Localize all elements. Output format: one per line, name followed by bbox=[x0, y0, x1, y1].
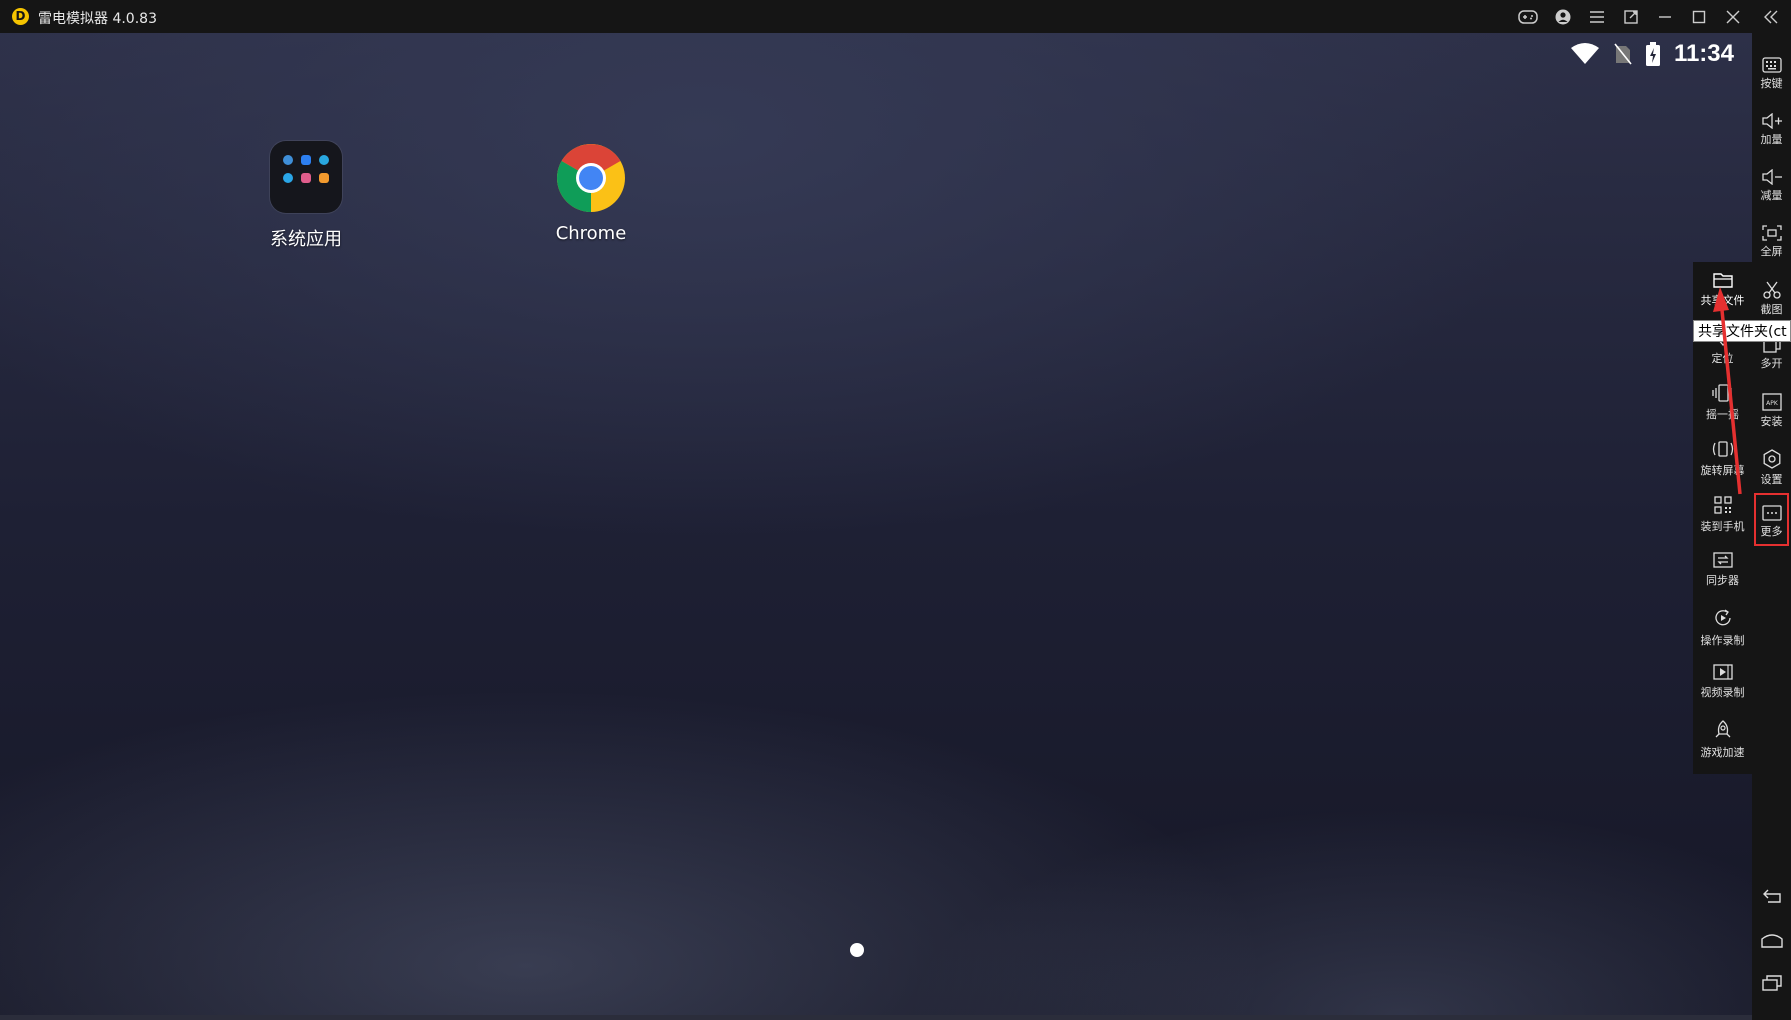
synchronizer-label: 同步器 bbox=[1706, 574, 1739, 587]
keys-label: 按键 bbox=[1760, 77, 1783, 90]
rotate-screen-label: 旋转屏幕 bbox=[1700, 464, 1745, 477]
android-screen[interactable]: 11:34 系统应用 Chrome bbox=[0, 33, 1752, 1015]
app-folder-icon bbox=[270, 141, 342, 213]
window-title: 雷电模拟器 4.0.83 bbox=[38, 11, 157, 27]
rotate-icon bbox=[1712, 441, 1733, 457]
video-record-icon bbox=[1712, 664, 1733, 680]
settings-button[interactable]: 设置 bbox=[1752, 439, 1791, 491]
shake-label: 摇一摇 bbox=[1706, 408, 1739, 421]
annotation-highlight-box bbox=[1754, 493, 1789, 546]
app-logo-icon: D bbox=[12, 8, 29, 25]
fullscreen-label: 全屏 bbox=[1760, 245, 1783, 258]
back-button[interactable] bbox=[1752, 878, 1791, 914]
volume-down-label: 减量 bbox=[1760, 189, 1783, 202]
screenshot-label: 截图 bbox=[1760, 303, 1783, 316]
keyboard-icon bbox=[1761, 57, 1782, 73]
volume-down-button[interactable]: 减量 bbox=[1752, 159, 1791, 211]
screen-bottom-edge bbox=[0, 1015, 1752, 1020]
install-label: 安装 bbox=[1760, 415, 1783, 428]
menu-icon[interactable] bbox=[1585, 5, 1609, 29]
svg-text:APK: APK bbox=[1766, 400, 1779, 407]
shake-button[interactable]: 摇一摇 bbox=[1693, 384, 1752, 422]
recents-icon bbox=[1761, 975, 1782, 991]
pin-icon[interactable] bbox=[1619, 5, 1643, 29]
scissors-icon bbox=[1762, 281, 1781, 299]
install-to-phone-label: 装到手机 bbox=[1700, 520, 1745, 533]
collapse-icon[interactable] bbox=[1759, 5, 1783, 29]
wifi-icon bbox=[1570, 43, 1599, 64]
apk-icon: APK bbox=[1761, 393, 1782, 411]
rotate-screen-button[interactable]: 旋转屏幕 bbox=[1693, 440, 1752, 478]
app-label: 系统应用 bbox=[270, 229, 342, 250]
account-icon[interactable] bbox=[1551, 5, 1575, 29]
title-bar: D 雷电模拟器 4.0.83 bbox=[0, 0, 1791, 33]
maximize-icon[interactable] bbox=[1687, 5, 1711, 29]
macro-record-label: 操作录制 bbox=[1700, 634, 1745, 647]
settings-label: 设置 bbox=[1760, 473, 1783, 486]
close-icon[interactable] bbox=[1721, 5, 1745, 29]
chrome-icon bbox=[557, 144, 625, 212]
location-label: 定位 bbox=[1711, 352, 1734, 365]
install-apk-button[interactable]: APK 安装 bbox=[1752, 383, 1791, 435]
volume-down-icon bbox=[1761, 169, 1782, 185]
keys-button[interactable]: 按键 bbox=[1752, 47, 1791, 99]
folder-icon bbox=[1712, 273, 1733, 288]
shared-folder-label: 共享文件 bbox=[1700, 294, 1745, 307]
page-indicator bbox=[850, 943, 864, 957]
system-apps-folder[interactable]: 系统应用 bbox=[236, 141, 376, 251]
fullscreen-button[interactable]: 全屏 bbox=[1752, 215, 1791, 267]
recents-button[interactable] bbox=[1752, 965, 1791, 1001]
install-to-phone-button[interactable]: 装到手机 bbox=[1693, 496, 1752, 534]
home-icon bbox=[1760, 934, 1783, 948]
app-label: Chrome bbox=[555, 223, 627, 244]
gamepad-icon[interactable] bbox=[1516, 5, 1540, 29]
volume-up-icon bbox=[1761, 113, 1782, 129]
video-record-button[interactable]: 视频录制 bbox=[1693, 664, 1752, 700]
gear-icon bbox=[1763, 449, 1780, 469]
qr-code-icon bbox=[1713, 496, 1732, 514]
multi-instance-label: 多开 bbox=[1760, 357, 1783, 370]
macro-record-icon bbox=[1714, 609, 1731, 626]
status-bar: 11:34 bbox=[1570, 39, 1734, 69]
clock: 11:34 bbox=[1673, 40, 1734, 67]
shake-icon bbox=[1711, 384, 1732, 402]
home-button[interactable] bbox=[1752, 922, 1791, 958]
synchronizer-button[interactable]: 同步器 bbox=[1693, 552, 1752, 588]
volume-up-button[interactable]: 加量 bbox=[1752, 103, 1791, 155]
macro-record-button[interactable]: 操作录制 bbox=[1693, 608, 1752, 648]
battery-charging-icon bbox=[1645, 42, 1660, 66]
chrome-app[interactable]: Chrome bbox=[521, 143, 661, 244]
volume-up-label: 加量 bbox=[1760, 133, 1783, 146]
shared-folder-button[interactable]: 共享文件 bbox=[1693, 272, 1752, 308]
game-boost-button[interactable]: 游戏加速 bbox=[1693, 720, 1752, 760]
no-sim-icon bbox=[1614, 43, 1632, 65]
fullscreen-icon bbox=[1761, 225, 1782, 241]
video-record-label: 视频录制 bbox=[1700, 686, 1745, 699]
sync-icon bbox=[1712, 552, 1733, 568]
tooltip: 共享文件夹(ct bbox=[1693, 320, 1791, 342]
screenshot-button[interactable]: 截图 bbox=[1752, 271, 1791, 323]
rocket-icon bbox=[1715, 720, 1730, 738]
back-icon bbox=[1762, 889, 1781, 903]
game-boost-label: 游戏加速 bbox=[1700, 746, 1745, 759]
minimize-icon[interactable] bbox=[1653, 5, 1677, 29]
